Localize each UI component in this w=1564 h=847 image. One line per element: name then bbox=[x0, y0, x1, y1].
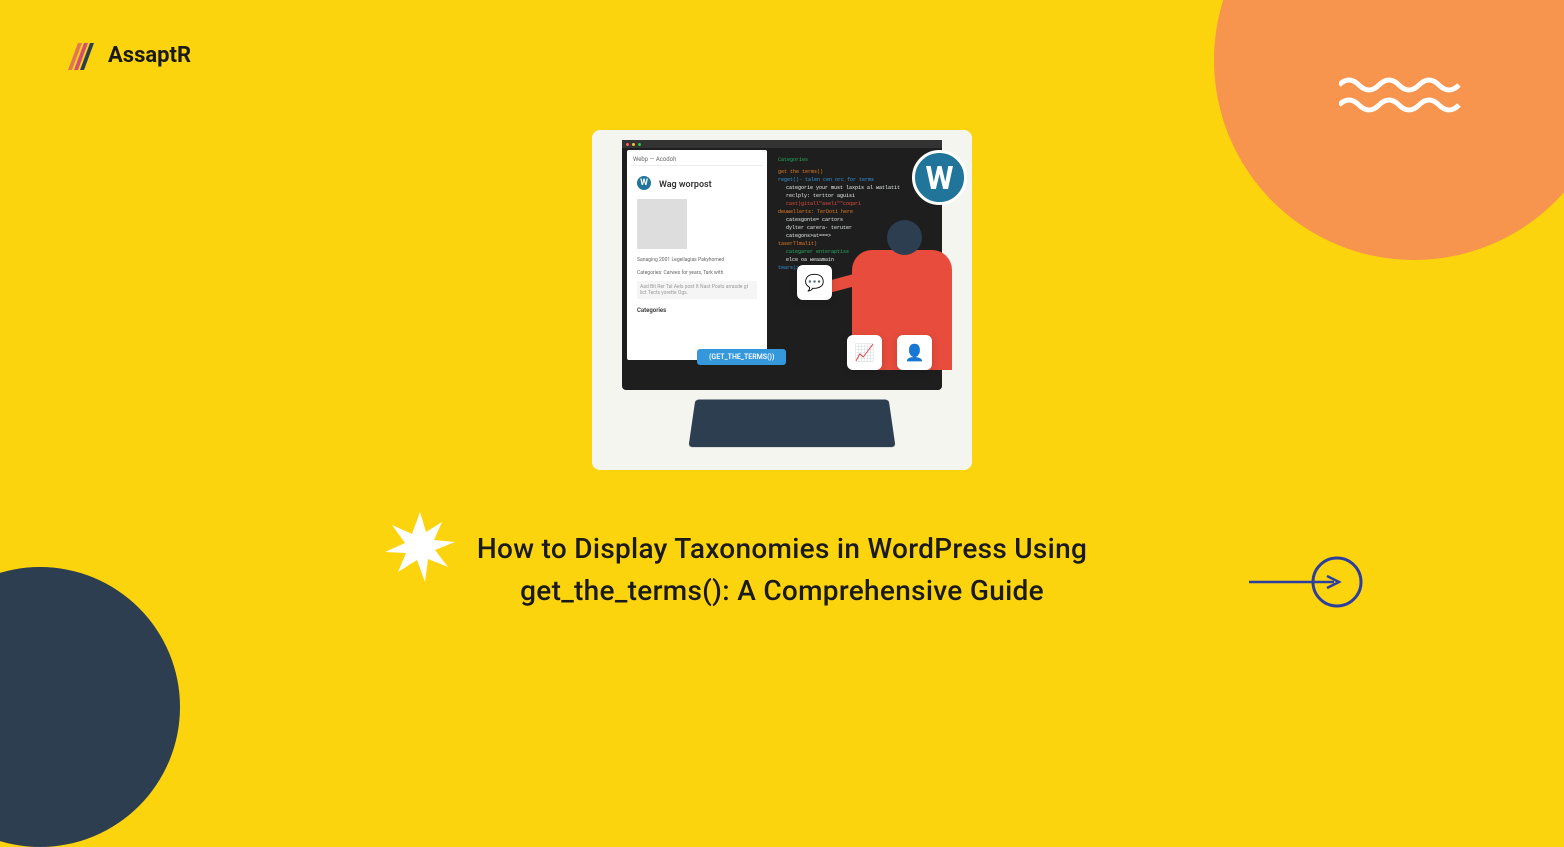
decorative-wavy-lines bbox=[1339, 75, 1469, 115]
code-line: taserTlmalit) bbox=[778, 241, 817, 247]
code-line: reclply: terttor aguisi bbox=[786, 193, 855, 199]
post-title: Wag worpost bbox=[659, 180, 712, 190]
decorative-orange-circle bbox=[1214, 0, 1564, 260]
user-icon: 👤 bbox=[897, 335, 932, 370]
post-thumbnail bbox=[637, 199, 687, 249]
decorative-arrow-circle bbox=[1249, 552, 1369, 612]
code-line: categarer enteraptiss bbox=[786, 249, 849, 255]
code-line: categorie your must laxpis al watlatit bbox=[786, 185, 900, 191]
code-line: catesgonte= cartors bbox=[786, 217, 843, 223]
logo-icon bbox=[60, 35, 100, 75]
browser-content: Wag worpost Sanaging 2001 Legellagias Pa… bbox=[631, 166, 763, 320]
hero-illustration: Webp — Acodoh Wag worpost Sanaging 2001 … bbox=[592, 130, 972, 470]
keyboard-graphic bbox=[688, 399, 895, 447]
wordpress-bubble-icon: W bbox=[912, 150, 967, 205]
code-line: elce oa weaamain bbox=[786, 257, 834, 263]
post-excerpt: Aad Bit Rer Tal Aels post It Nast Posts … bbox=[637, 281, 757, 299]
heading-line1: How to Display Taxonomies in WordPress U… bbox=[477, 532, 1087, 565]
post-meta-line1: Sanaging 2001 Legellagias Pakyhomed bbox=[637, 257, 757, 264]
page-title: How to Display Taxonomies in WordPress U… bbox=[407, 528, 1157, 612]
heading-line2: get_the_terms(): A Comprehensive Guide bbox=[520, 574, 1044, 607]
logo-text: AssaptR bbox=[108, 43, 191, 68]
brand-logo: AssaptR bbox=[60, 35, 191, 75]
code-line: reget()- talen cen orc for terms bbox=[778, 177, 874, 183]
browser-panel: Webp — Acodoh Wag worpost Sanaging 2001 … bbox=[627, 150, 767, 360]
chart-icon: 📈 bbox=[847, 335, 882, 370]
message-icon: 💬 bbox=[797, 265, 832, 300]
floating-icons: 💬 📈 👤 bbox=[797, 335, 932, 370]
code-header: Categories bbox=[778, 156, 931, 164]
decorative-dark-circle bbox=[0, 567, 180, 847]
wordpress-icon bbox=[637, 176, 651, 190]
monitor-topbar bbox=[622, 140, 942, 148]
get-terms-badge: (GET_THE_TERMS()) bbox=[697, 349, 786, 365]
code-line: categons>at===> bbox=[786, 233, 831, 239]
code-line: get the terms() bbox=[778, 169, 823, 175]
browser-tab: Webp — Acodoh bbox=[631, 154, 763, 166]
categories-label: Categories bbox=[637, 307, 757, 314]
person-head bbox=[887, 220, 922, 255]
post-meta-line2: Categories: Carwes for years, Tark with bbox=[637, 270, 757, 277]
